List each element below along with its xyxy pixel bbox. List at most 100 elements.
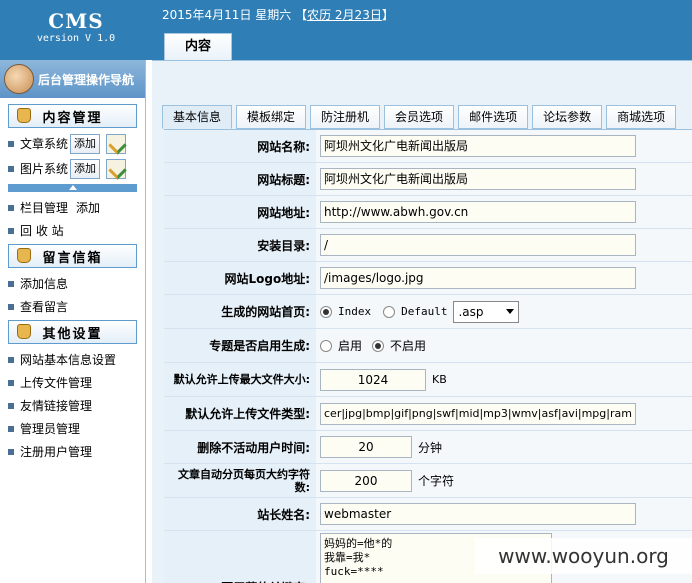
sidebar-item-label[interactable]: 管理员管理 bbox=[20, 420, 80, 437]
webmaster-input[interactable]: webmaster bbox=[320, 503, 636, 525]
sidebar-item-label[interactable]: 文章系统 bbox=[20, 135, 68, 152]
sidebar-item-view-messages[interactable]: 查看留言 bbox=[0, 295, 145, 318]
settings-form: 网站名称: 阿坝州文化广电新闻出版局 网站标题: 阿坝州文化广电新闻出版局 网站… bbox=[164, 129, 692, 583]
sidebar-item-label[interactable]: 上传文件管理 bbox=[20, 374, 92, 391]
logo-url-input[interactable]: /images/logo.jpg bbox=[320, 267, 636, 289]
tab-mail-options[interactable]: 邮件选项 bbox=[458, 105, 529, 129]
homepage-index-radio[interactable] bbox=[320, 305, 332, 318]
add-image-button[interactable]: 添加 bbox=[70, 158, 101, 179]
field-label: 删除不活动用户时间: bbox=[164, 431, 316, 463]
logo-version: version V 1.0 bbox=[36, 33, 116, 44]
bullet-icon bbox=[8, 280, 14, 287]
topic-disable-radio[interactable] bbox=[372, 339, 385, 352]
logo-title: CMS bbox=[48, 9, 104, 33]
file-types-input[interactable]: cer|jpg|bmp|gif|png|swf|mid|mp3|wmv|asf|… bbox=[320, 402, 636, 425]
bullet-icon bbox=[8, 379, 14, 386]
section-title: 留言信箱 bbox=[42, 250, 103, 266]
radio-label: Index bbox=[338, 305, 372, 318]
sidebar-item-users[interactable]: 注册用户管理 bbox=[0, 440, 145, 463]
section-messages[interactable]: 留言信箱 bbox=[8, 244, 137, 268]
sidebar-item-label[interactable]: 栏目管理 bbox=[20, 199, 68, 216]
unit-label: 个字符 bbox=[418, 474, 455, 488]
row-site-title: 网站标题: 阿坝州文化广电新闻出版局 bbox=[164, 163, 692, 196]
bullet-icon bbox=[8, 448, 14, 455]
main-panel: 基本信息 模板绑定 防注册机 会员选项 邮件选项 论坛参数 商城选项 网站名称:… bbox=[152, 60, 692, 583]
edit-icon[interactable] bbox=[106, 133, 127, 154]
radio-label: 启用 bbox=[338, 339, 363, 353]
lunar-date: 【农历 2月23日】 bbox=[295, 8, 394, 22]
row-site-name: 网站名称: 阿坝州文化广电新闻出版局 bbox=[164, 130, 692, 163]
sidebar-item-label[interactable]: 友情链接管理 bbox=[20, 397, 92, 414]
tab-forum-params[interactable]: 论坛参数 bbox=[532, 105, 603, 129]
sidebar-item-uploads[interactable]: 上传文件管理 bbox=[0, 371, 145, 394]
chevron-down-icon bbox=[506, 309, 515, 314]
tab-template-binding[interactable]: 模板绑定 bbox=[236, 105, 307, 129]
collapse-bar[interactable] bbox=[8, 184, 137, 192]
lunar-date-link[interactable]: 农历 2月23日 bbox=[307, 8, 382, 22]
site-title-input[interactable]: 阿坝州文化广电新闻出版局 bbox=[320, 168, 636, 190]
site-url-input[interactable]: http://www.abwh.gov.cn bbox=[320, 201, 636, 223]
site-name-input[interactable]: 阿坝州文化广电新闻出版局 bbox=[320, 135, 636, 157]
admin-avatar-icon bbox=[4, 64, 34, 94]
inactive-time-input[interactable]: 20 bbox=[320, 436, 412, 458]
field-label: 默认允许上传文件类型: bbox=[164, 397, 316, 430]
settings-tabs: 基本信息 模板绑定 防注册机 会员选项 邮件选项 论坛参数 商城选项 bbox=[162, 105, 680, 129]
homepage-ext-select[interactable]: .asp bbox=[453, 300, 520, 323]
topic-enable-radio[interactable] bbox=[320, 339, 332, 352]
sidebar-item-label[interactable]: 图片系统 bbox=[20, 160, 68, 177]
lunar-bracket-open: 【 bbox=[295, 8, 308, 22]
sidebar-item-label[interactable]: 注册用户管理 bbox=[20, 443, 92, 460]
radio-label: Default bbox=[401, 305, 448, 318]
section-title: 内容管理 bbox=[42, 110, 103, 126]
bullet-icon bbox=[8, 165, 14, 172]
section-other-settings[interactable]: 其他设置 bbox=[8, 320, 137, 344]
sidebar-item-label[interactable]: 添加信息 bbox=[20, 275, 68, 292]
sidebar-item-links[interactable]: 友情链接管理 bbox=[0, 394, 145, 417]
hand-icon bbox=[17, 324, 31, 339]
section-content-manage[interactable]: 内容管理 bbox=[8, 104, 137, 128]
sidebar-item-label[interactable]: 网站基本信息设置 bbox=[20, 351, 116, 368]
page-chars-input[interactable]: 200 bbox=[320, 469, 412, 492]
edit-icon[interactable] bbox=[106, 158, 127, 179]
sidebar-item-add-info[interactable]: 添加信息 bbox=[0, 272, 145, 295]
max-size-input[interactable]: 1024 bbox=[320, 368, 426, 391]
bullet-icon bbox=[8, 227, 14, 234]
lunar-bracket-close: 】 bbox=[381, 8, 394, 22]
bullet-icon bbox=[8, 204, 14, 211]
field-label: 默认允许上传最大文件大小: bbox=[164, 363, 316, 396]
tab-content[interactable]: 内容 bbox=[164, 33, 232, 60]
row-inactive: 删除不活动用户时间: 20 分钟 bbox=[164, 431, 692, 464]
watermark: www.wooyun.org bbox=[475, 538, 692, 574]
tab-shop-options[interactable]: 商城选项 bbox=[606, 105, 677, 129]
row-file-types: 默认允许上传文件类型: cer|jpg|bmp|gif|png|swf|mid|… bbox=[164, 397, 692, 431]
field-label: 要屏蔽的关键字: bbox=[164, 531, 316, 583]
row-topic: 专题是否启用生成: 启用 不启用 bbox=[164, 329, 692, 363]
sidebar-item-columns: 栏目管理 添加 bbox=[0, 196, 145, 219]
sidebar-item-site-settings[interactable]: 网站基本信息设置 bbox=[0, 348, 145, 371]
tab-basic-info[interactable]: 基本信息 bbox=[162, 105, 233, 129]
bullet-icon bbox=[8, 303, 14, 310]
sidebar-item-label[interactable]: 回 收 站 bbox=[20, 222, 64, 239]
homepage-default-radio[interactable] bbox=[383, 305, 396, 318]
sidebar: 后台管理操作导航 内容管理 文章系统 添加 图片系统 添加 栏目管理 添加 回 … bbox=[0, 60, 146, 583]
row-webmaster: 站长姓名: webmaster bbox=[164, 498, 692, 531]
tab-anti-bot[interactable]: 防注册机 bbox=[310, 105, 381, 129]
sidebar-item-admins[interactable]: 管理员管理 bbox=[0, 417, 145, 440]
top-bar: CMS version V 1.0 2015年4月11日 星期六 【农历 2月2… bbox=[0, 0, 692, 60]
sidebar-item-recycle: 回 收 站 bbox=[0, 219, 145, 242]
tab-member-options[interactable]: 会员选项 bbox=[384, 105, 455, 129]
add-article-button[interactable]: 添加 bbox=[70, 133, 101, 154]
field-label: 网站地址: bbox=[164, 196, 316, 228]
section-title: 其他设置 bbox=[42, 326, 103, 342]
install-dir-input[interactable]: / bbox=[320, 234, 636, 256]
bullet-icon bbox=[8, 402, 14, 409]
sidebar-item-label[interactable]: 查看留言 bbox=[20, 298, 68, 315]
sidebar-item-images: 图片系统 添加 bbox=[0, 157, 145, 180]
row-max-size: 默认允许上传最大文件大小: 1024 KB bbox=[164, 363, 692, 397]
field-label: 文章自动分页每页大约字符数: bbox=[164, 464, 316, 497]
sidebar-item-articles: 文章系统 添加 bbox=[0, 132, 145, 155]
add-column-link[interactable]: 添加 bbox=[76, 199, 100, 216]
field-label: 网站名称: bbox=[164, 130, 316, 162]
row-install-dir: 安装目录: / bbox=[164, 229, 692, 262]
hand-icon bbox=[17, 108, 31, 123]
